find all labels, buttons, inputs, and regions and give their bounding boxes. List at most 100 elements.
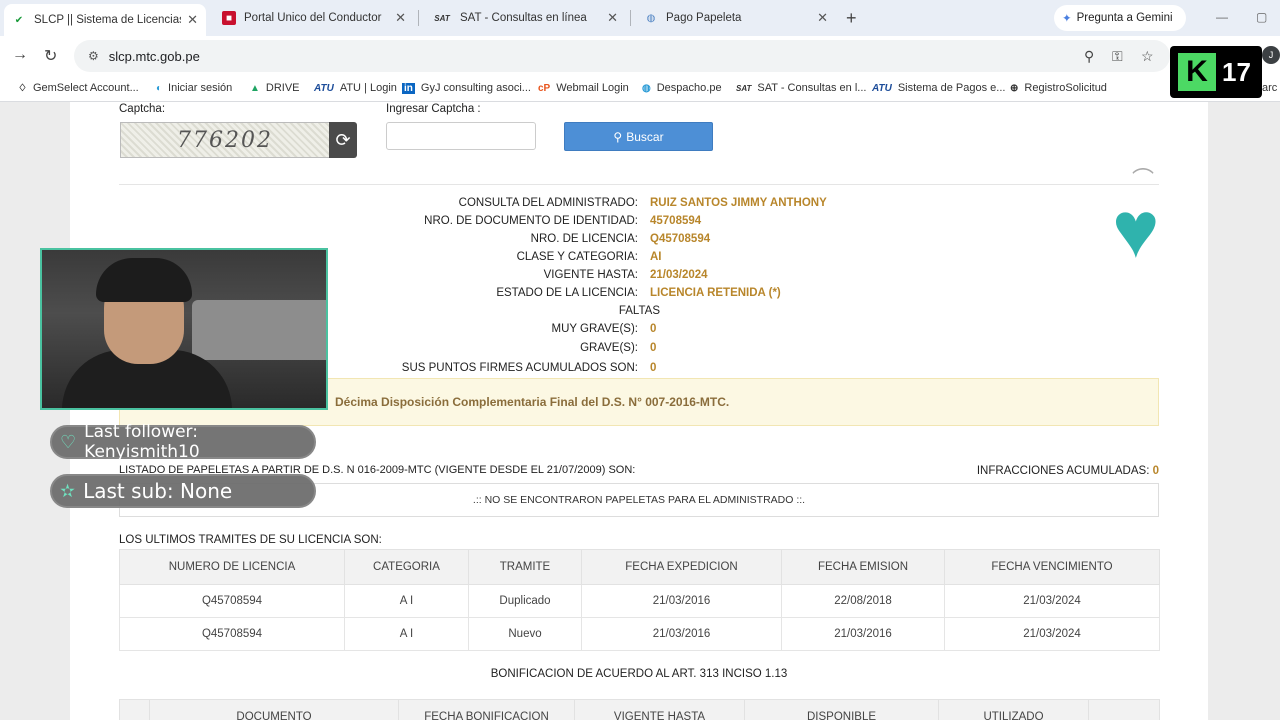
infracciones-count: INFRACCIONES ACUMULADAS: 0 (976, 465, 1159, 477)
close-icon[interactable]: ✕ (187, 12, 198, 28)
bonificacion-title: BONIFICACION DE ACUERDO AL ART. 313 INCI… (490, 668, 788, 680)
column-header: FECHA EXPEDICION (581, 549, 782, 585)
table-cell: A I (344, 584, 469, 618)
bookmark-drive[interactable]: ▲ DRIVE (250, 82, 300, 94)
table-cell: 21/03/2024 (944, 584, 1160, 618)
bookmark-sistema-pagos[interactable]: ATU Sistema de Pagos e... (872, 82, 1005, 94)
linkedin-icon: in (402, 82, 415, 94)
webcam-background (192, 300, 326, 360)
table-cell: 21/03/2016 (581, 584, 782, 618)
captcha-input[interactable] (386, 122, 536, 150)
globe-icon: ◍ (642, 82, 651, 94)
login-icon: ◐ (156, 82, 163, 94)
page-content: Captcha: Ingresar Captcha : 776202 ⟳ ⚲ B… (70, 102, 1208, 720)
search-button[interactable]: ⚲ Buscar (564, 122, 713, 151)
heart-icon: ♥ (1112, 185, 1160, 274)
password-key-icon[interactable]: ⚿ (1112, 48, 1123, 65)
info-row: NRO. DE DOCUMENTO DE IDENTIDAD: 45708594 (424, 215, 702, 227)
omnibox[interactable]: ⚙ slcp.mtc.gob.pe (74, 40, 1170, 72)
maximize-icon[interactable]: ▢ (1256, 10, 1267, 24)
tramites-table: NUMERO DE LICENCIA CATEGORIA TRAMITE FEC… (119, 549, 1160, 651)
webcam-overlay (40, 248, 328, 410)
atu-icon: ATU (872, 82, 892, 94)
bookmark-arc[interactable]: arc (1262, 82, 1277, 94)
tab-sat[interactable]: SAT SAT - Consultas en línea ✕ (424, 4, 626, 32)
kick-logo-icon: K (1178, 53, 1216, 91)
zoom-icon[interactable]: ⚲ (1084, 48, 1094, 65)
atu-icon: ATU (314, 82, 334, 94)
bonificacion-table: DOCUMENTO FECHA BONIFICACION VIGENTE HAS… (119, 699, 1160, 720)
search-icon: ⚲ (613, 129, 623, 144)
captcha-image: 776202 (120, 122, 330, 158)
k17-badge: K 17 (1170, 46, 1262, 98)
bookmark-iniciar-sesion[interactable]: ◐ Iniciar sesión (156, 82, 232, 94)
captcha-label: Captcha: (119, 103, 166, 115)
tab-pago-papeleta[interactable]: ◍ Pago Papeleta ✕ (636, 4, 836, 32)
column-header: TRAMITE (468, 549, 582, 585)
bookmark-webmail[interactable]: cP Webmail Login (538, 82, 629, 94)
shield-icon: ✔ (14, 14, 24, 26)
column-header: FECHA BONIFICACION (398, 699, 575, 720)
site-info-icon[interactable]: ⚙ (88, 49, 99, 63)
tab-portal-conductor[interactable]: ■ Portal Único del Conductor ✕ (214, 4, 414, 32)
column-header: VIGENTE HASTA (574, 699, 745, 720)
divider (119, 184, 1159, 185)
url-text: slcp.mtc.gob.pe (108, 48, 200, 64)
webmail-icon: cP (538, 82, 551, 94)
bookmark-registro[interactable]: ⊕ RegistroSolicitud (1010, 82, 1107, 94)
heart-icon: ♡ (60, 431, 77, 453)
column-header: UTILIZADO (938, 699, 1089, 720)
drive-icon: ▲ (250, 82, 260, 94)
table-cell: Q45708594 (119, 584, 345, 618)
column-header: NUMERO DE LICENCIA (119, 549, 345, 585)
info-row: CONSULTA DEL ADMINISTRADO: RUIZ SANTOS JI… (458, 197, 827, 209)
close-icon[interactable]: ✕ (395, 10, 406, 26)
table-header-row: NUMERO DE LICENCIA CATEGORIA TRAMITE FEC… (119, 549, 1160, 585)
table-row: Q45708594 A I Duplicado 21/03/2016 22/08… (119, 584, 1160, 618)
gemini-button[interactable]: ✦ Pregunta a Gemini (1054, 5, 1186, 31)
last-follower-badge: ♡ Last follower: Kenyismith10 (50, 422, 316, 462)
globe-icon: ⊕ (1010, 82, 1019, 94)
bookmark-atu[interactable]: ATU ATU | Login (314, 82, 397, 94)
tramites-title: LOS ULTIMOS TRAMITES DE SU LICENCIA SON: (119, 534, 382, 546)
column-header: FECHA VENCIMIENTO (944, 549, 1160, 585)
webcam-hair (96, 258, 192, 302)
gem-icon: ♢ (18, 82, 27, 94)
column-header: DISPONIBLE (744, 699, 939, 720)
bookmark-gemselect[interactable]: ♢ GemSelect Account... (18, 82, 139, 94)
close-icon[interactable]: ✕ (817, 10, 828, 26)
reload-icon[interactable]: ↻ (44, 46, 57, 66)
table-cell: A I (344, 617, 469, 651)
new-tab-icon[interactable]: + (846, 8, 857, 29)
table-cell: 21/03/2016 (781, 617, 945, 651)
column-header (119, 699, 150, 720)
tab-separator (418, 10, 419, 26)
avatar[interactable]: J (1262, 46, 1280, 64)
star-icon: ✫ (60, 480, 76, 502)
table-cell: 21/03/2024 (944, 617, 1160, 651)
bookmark-despacho[interactable]: ◍ Despacho.pe (642, 82, 722, 94)
sat-icon: SAT (434, 13, 450, 23)
table-cell: Nuevo (468, 617, 582, 651)
close-icon[interactable]: ✕ (607, 10, 618, 26)
table-cell: 22/08/2018 (781, 584, 945, 618)
address-bar: → ↻ ⚙ slcp.mtc.gob.pe ⚲ ⚿ ☆ (0, 36, 1280, 76)
bookmark-star-icon[interactable]: ☆ (1141, 48, 1154, 65)
refresh-icon[interactable]: ⟳ (329, 122, 357, 158)
minimize-icon[interactable]: — (1216, 10, 1228, 24)
column-header: DOCUMENTO (149, 699, 399, 720)
globe-icon: ◍ (646, 12, 656, 24)
tab-separator (630, 10, 631, 26)
gemini-sparkle-icon: ✦ (1062, 13, 1072, 25)
forward-icon[interactable]: → (12, 46, 28, 64)
tab-bar: ✔ SLCP || Sistema de Licencias de ✕ ■ Po… (0, 0, 1280, 36)
tab-slcp[interactable]: ✔ SLCP || Sistema de Licencias de ✕ (4, 4, 206, 36)
bookmark-sat[interactable]: SAT SAT - Consultas en l... (736, 82, 866, 94)
table-cell: Duplicado (468, 584, 582, 618)
last-sub-badge: ✫ Last sub: None (50, 474, 316, 508)
table-cell: Q45708594 (119, 617, 345, 651)
sat-icon: SAT (736, 83, 752, 93)
table-cell: 21/03/2016 (581, 617, 782, 651)
column-header: FECHA EMISION (781, 549, 945, 585)
bookmark-gyj[interactable]: in GyJ consulting asoci... (402, 82, 531, 94)
